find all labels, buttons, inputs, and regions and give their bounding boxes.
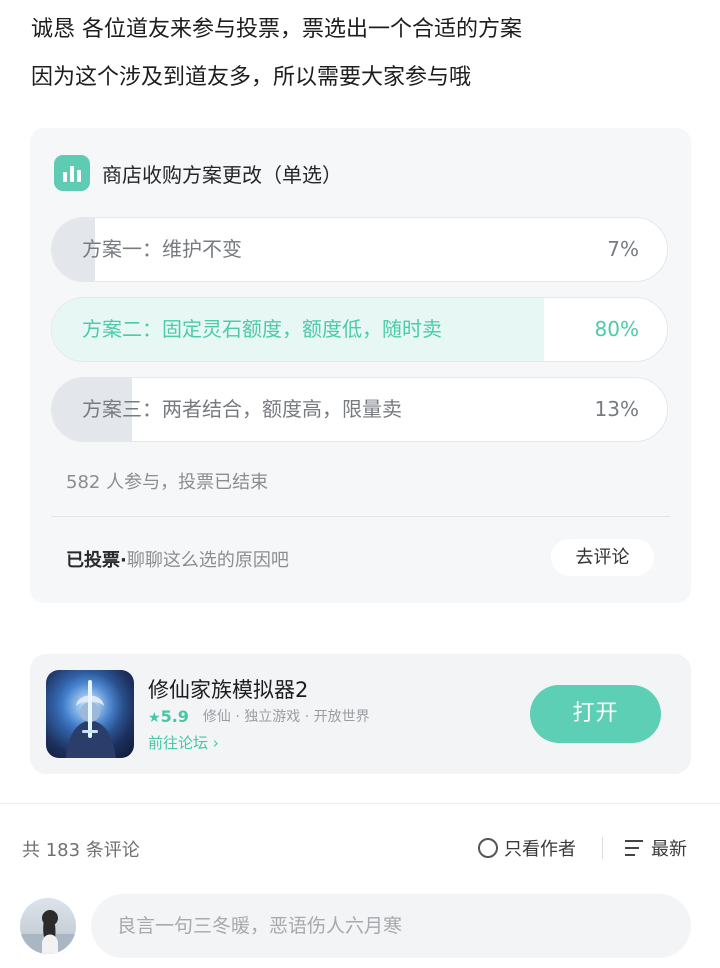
author-only-toggle[interactable]: 只看作者 — [478, 835, 576, 861]
bar-chart-icon — [54, 155, 90, 191]
poll-participation: 582 人参与，投票已结束 — [66, 472, 269, 493]
forum-link[interactable]: 前往论坛 › — [148, 732, 219, 753]
sort-toggle[interactable]: 最新 — [625, 835, 687, 861]
poll-option-percent: 80% — [594, 317, 639, 341]
sort-icon — [625, 839, 645, 857]
poll-option-label: 方案二：固定灵石额度，额度低，随时卖 — [82, 317, 442, 341]
poll-option-label: 方案三：两者结合，额度高，限量卖 — [82, 397, 402, 421]
divider — [602, 837, 603, 859]
forum-link-label: 前往论坛 — [148, 734, 209, 752]
poll-title: 商店收购方案更改（单选） — [102, 162, 342, 187]
comment-count: 共 183 条评论 — [22, 840, 140, 861]
chevron-right-icon: › — [212, 734, 219, 752]
poll-option-1[interactable]: 方案一：维护不变 7% — [51, 217, 668, 282]
game-meta: ★5.9 修仙 · 独立游戏 · 开放世界 — [148, 706, 370, 726]
game-cover-image[interactable] — [46, 670, 134, 758]
voted-hint: 聊聊这么选的原因吧 — [126, 550, 289, 571]
poll-option-2[interactable]: 方案二：固定灵石额度，额度低，随时卖 80% — [51, 297, 668, 362]
poll-header: 商店收购方案更改（单选） — [54, 155, 342, 191]
poll-card: 商店收购方案更改（单选） 方案一：维护不变 7% 方案二：固定灵石额度，额度低，… — [30, 128, 691, 603]
star-icon: ★ — [148, 709, 161, 726]
game-score: 5.9 — [160, 706, 189, 726]
voted-label: 已投票· — [66, 550, 127, 571]
comment-input[interactable]: 良言一句三冬暖，恶语伤人六月寒 — [91, 894, 691, 958]
post-line-2: 因为这个涉及到道友多，所以需要大家参与哦 — [31, 65, 472, 90]
go-comment-button[interactable]: 去评论 — [551, 539, 654, 576]
post-line-1: 诚恳 各位道友来参与投票，票选出一个合适的方案 — [31, 17, 522, 42]
sort-label: 最新 — [651, 839, 687, 860]
avatar[interactable] — [20, 898, 76, 954]
author-only-label: 只看作者 — [504, 839, 576, 860]
game-tags: 修仙 · 独立游戏 · 开放世界 — [202, 709, 370, 725]
game-card[interactable]: 修仙家族模拟器2 ★5.9 修仙 · 独立游戏 · 开放世界 前往论坛 › 打开 — [30, 654, 691, 774]
game-title[interactable]: 修仙家族模拟器2 — [148, 674, 308, 704]
voted-status: 已投票·聊聊这么选的原因吧 — [66, 546, 289, 572]
post-body: 诚恳 各位道友来参与投票，票选出一个合适的方案 因为这个涉及到道友多，所以需要大… — [31, 6, 691, 102]
poll-option-percent: 7% — [607, 237, 639, 261]
poll-option-3[interactable]: 方案三：两者结合，额度高，限量卖 13% — [51, 377, 668, 442]
divider — [51, 516, 670, 517]
radio-circle-icon — [478, 838, 498, 858]
section-divider — [0, 803, 720, 804]
game-rating: ★5.9 — [148, 707, 189, 726]
poll-option-label: 方案一：维护不变 — [82, 237, 242, 261]
poll-option-percent: 13% — [594, 397, 639, 421]
open-button[interactable]: 打开 — [530, 685, 661, 743]
